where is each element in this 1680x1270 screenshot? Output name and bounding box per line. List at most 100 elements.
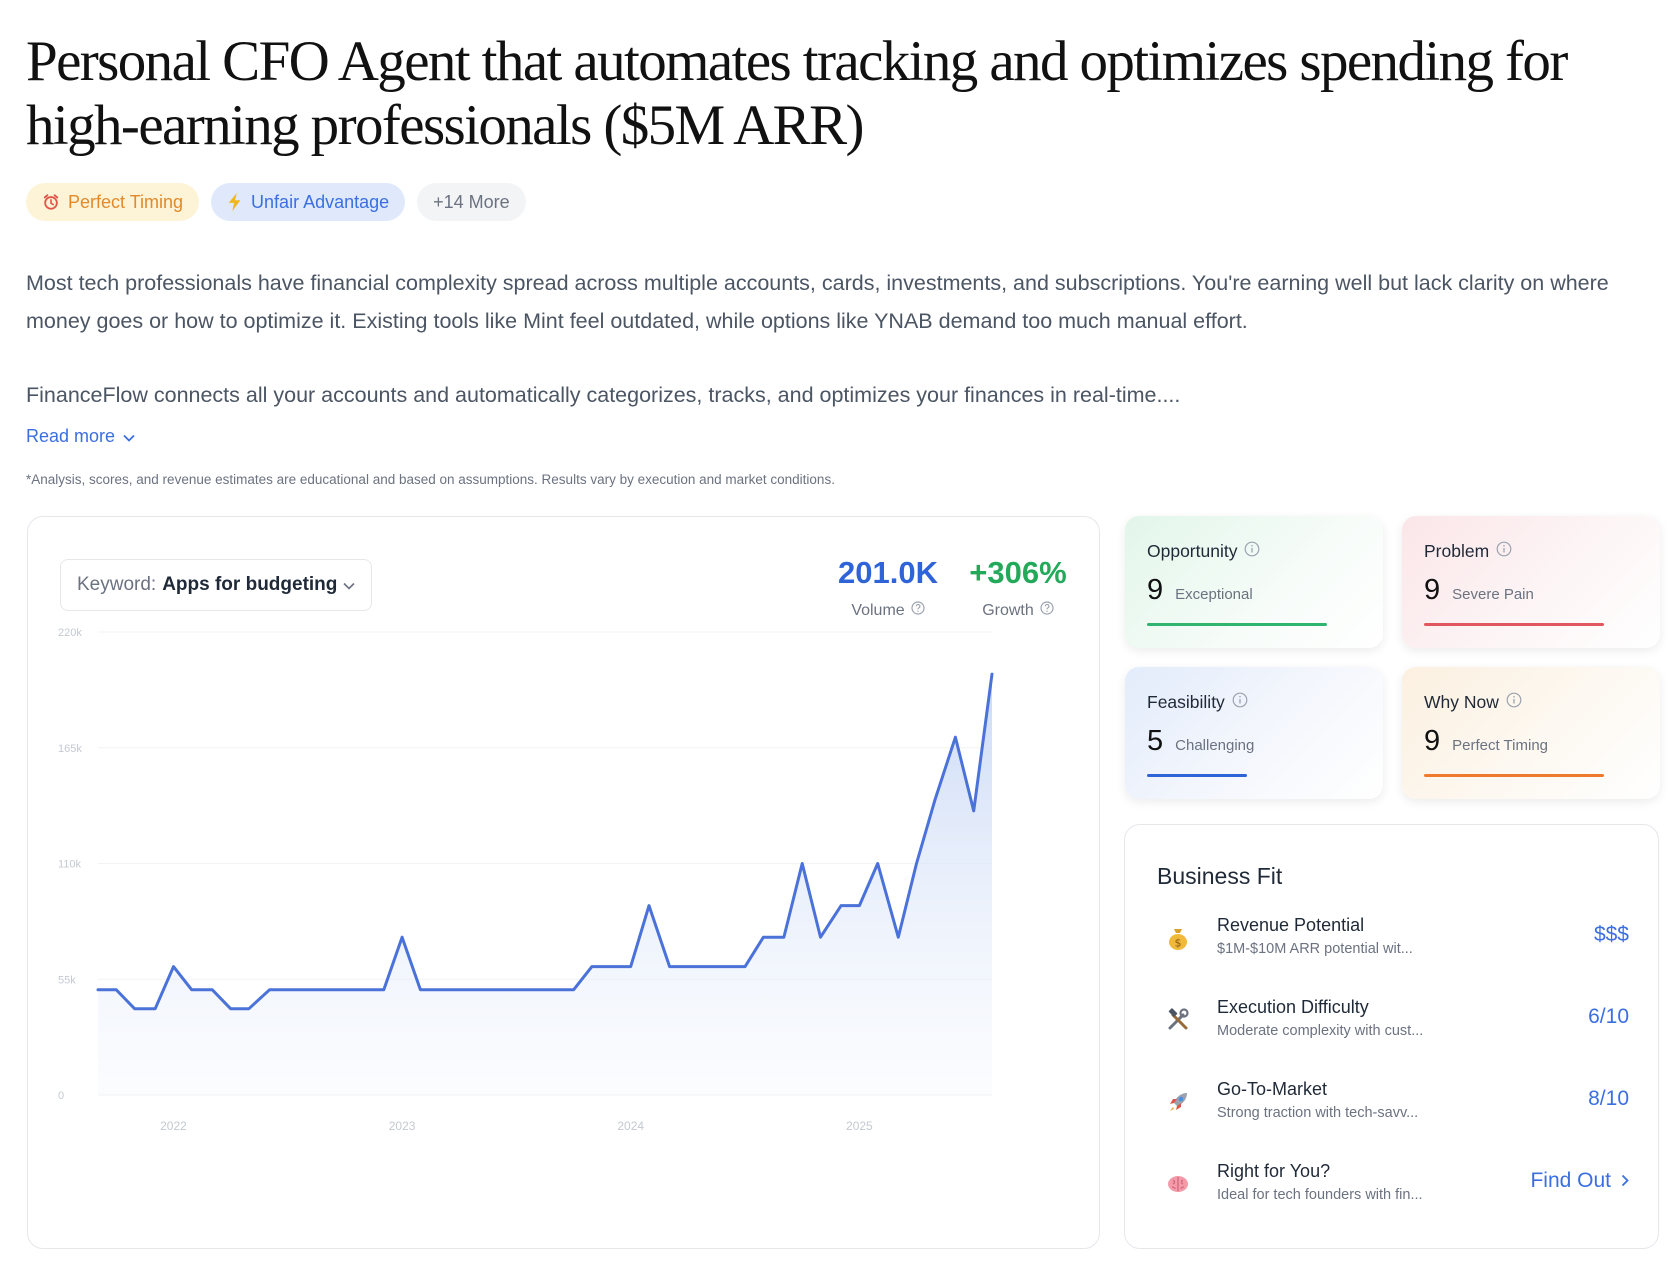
keyword-dropdown[interactable]: Keyword: Apps for budgeting — [60, 559, 373, 611]
score-card-problem[interactable]: Problem 9 Severe Pain — [1402, 516, 1660, 648]
money-bag-icon: $ — [1163, 923, 1193, 953]
find-out-label: Find Out — [1530, 1169, 1611, 1192]
description-paragraph: FinanceFlow connects all your accounts a… — [26, 383, 1181, 407]
chevron-down-icon — [343, 574, 355, 596]
growth-stat: +306% Growth — [958, 553, 1078, 620]
business-fit-title: Business Fit — [1157, 863, 1283, 889]
tag-label: +14 More — [433, 191, 510, 212]
x-tick-label: 2025 — [846, 1119, 873, 1133]
y-tick-label: 0 — [58, 1090, 64, 1102]
growth-value: +306% — [969, 555, 1067, 590]
keyword-label: Keyword: — [77, 574, 157, 595]
lightning-bolt-icon — [227, 193, 243, 211]
tag-perfect-timing[interactable]: Perfect Timing — [26, 183, 200, 221]
description-paragraph: Most tech professionals have financial c… — [26, 271, 1609, 333]
score-card-why-now[interactable]: Why Now 9 Perfect Timing — [1402, 667, 1660, 799]
business-fit-sub: $1M-$10M ARR potential wit... — [1217, 941, 1413, 957]
score-description: Severe Pain — [1452, 586, 1534, 603]
keyword-value: Apps for budgeting — [162, 574, 338, 595]
read-more-link[interactable]: Read more — [26, 426, 135, 447]
business-fit-sub: Moderate complexity with cust... — [1217, 1023, 1424, 1039]
business-fit-sub: Strong traction with tech-savv... — [1217, 1105, 1419, 1121]
y-tick-label: 220k — [58, 627, 82, 639]
brain-icon — [1163, 1169, 1193, 1199]
trend-chart-card: 0 55k 110k 165k 220k 2022 2023 2024 2025 Keyword… — [27, 516, 1100, 1249]
score-title: Problem — [1424, 541, 1490, 561]
score-description: Challenging — [1175, 737, 1255, 754]
score-title: Opportunity — [1147, 541, 1238, 561]
business-fit-value: 6/10 — [1588, 1005, 1629, 1028]
score-value: 9 — [1147, 574, 1164, 606]
score-card-opportunity[interactable]: Opportunity 9 Exceptional — [1125, 516, 1383, 648]
business-fit-item-right-for-you[interactable]: Right for You? Ideal for tech founders w… — [1157, 1159, 1629, 1215]
score-row: 9 Severe Pain — [1424, 574, 1534, 607]
x-tick-label: 2024 — [617, 1119, 644, 1133]
business-fit-label: Execution Difficulty — [1217, 997, 1369, 1017]
info-icon[interactable] — [1496, 541, 1512, 562]
score-row: 9 Perfect Timing — [1424, 725, 1548, 758]
score-card-feasibility[interactable]: Feasibility 5 Challenging — [1125, 667, 1383, 799]
tag-list: Perfect Timing Unfair Advantage +14 More — [26, 183, 526, 221]
help-icon[interactable] — [1040, 601, 1054, 620]
alarm-clock-icon — [42, 193, 60, 211]
business-fit-sub: Ideal for tech founders with fin... — [1217, 1187, 1423, 1203]
svg-text:$: $ — [1175, 937, 1182, 950]
page-title: Personal CFO Agent that automates tracki… — [26, 30, 1568, 157]
business-fit-value: $$$ — [1593, 923, 1629, 946]
score-title-row: Opportunity — [1147, 541, 1260, 562]
score-row: 9 Exceptional — [1147, 574, 1253, 607]
score-description: Exceptional — [1175, 586, 1253, 603]
x-tick-label: 2022 — [160, 1119, 187, 1133]
hammer-wrench-icon — [1163, 1005, 1193, 1035]
growth-label: Growth — [982, 601, 1034, 619]
score-title: Why Now — [1424, 692, 1499, 712]
rocket-icon — [1163, 1087, 1193, 1117]
score-title-row: Why Now — [1424, 692, 1522, 713]
score-title-row: Problem — [1424, 541, 1512, 562]
business-fit-label: Right for You? — [1217, 1161, 1331, 1181]
business-fit-label: Revenue Potential — [1217, 915, 1365, 935]
business-fit-item-revenue[interactable]: $ Revenue Potential $1M-$10M ARR potenti… — [1157, 913, 1629, 969]
score-value: 5 — [1147, 725, 1164, 757]
score-row: 5 Challenging — [1147, 725, 1254, 758]
business-fit-item-gtm[interactable]: Go-To-Market Strong traction with tech-s… — [1157, 1077, 1629, 1133]
y-tick-label: 110k — [58, 859, 82, 871]
tag-more-button[interactable]: +14 More — [417, 183, 526, 221]
business-fit-item-execution[interactable]: Execution Difficulty Moderate complexity… — [1157, 995, 1629, 1051]
volume-stat: 201.0K Volume — [828, 553, 948, 620]
tag-label: Unfair Advantage — [251, 191, 390, 212]
trend-area — [98, 674, 992, 1095]
info-icon[interactable] — [1244, 541, 1260, 562]
score-bar — [1424, 623, 1604, 626]
score-bar — [1424, 774, 1604, 777]
description: Most tech professionals have financial c… — [26, 264, 1646, 414]
score-bar — [1147, 623, 1327, 626]
disclaimer: *Analysis, scores, and revenue estimates… — [26, 472, 835, 487]
find-out-button[interactable]: Find Out — [1530, 1169, 1629, 1193]
y-tick-label: 55k — [58, 974, 76, 986]
volume-label: Volume — [851, 601, 905, 619]
x-tick-label: 2023 — [389, 1119, 416, 1133]
growth-label-row: Growth — [958, 601, 1078, 620]
tag-unfair-advantage[interactable]: Unfair Advantage — [211, 183, 406, 221]
business-fit-card: Business Fit $ Revenue Potential $1M-$10… — [1124, 824, 1659, 1249]
read-more-label: Read more — [26, 426, 116, 446]
score-description: Perfect Timing — [1452, 737, 1549, 754]
chevron-down-icon — [123, 426, 135, 447]
info-icon[interactable] — [1506, 692, 1522, 713]
volume-label-row: Volume — [828, 601, 948, 620]
score-value: 9 — [1424, 725, 1441, 757]
score-title: Feasibility — [1147, 692, 1225, 712]
score-title-row: Feasibility — [1147, 692, 1248, 713]
score-value: 9 — [1424, 574, 1441, 606]
business-fit-value: 8/10 — [1588, 1087, 1629, 1110]
y-tick-label: 165k — [58, 743, 82, 755]
business-fit-label: Go-To-Market — [1217, 1079, 1328, 1099]
volume-value: 201.0K — [838, 555, 938, 590]
info-icon[interactable] — [1232, 692, 1248, 713]
trend-chart: 0 55k 110k 165k 220k 2022 2023 2024 2025 — [58, 627, 994, 1133]
score-bar — [1147, 774, 1247, 777]
tag-label: Perfect Timing — [68, 191, 184, 212]
help-icon[interactable] — [911, 601, 925, 620]
chevron-right-icon — [1621, 1169, 1629, 1193]
